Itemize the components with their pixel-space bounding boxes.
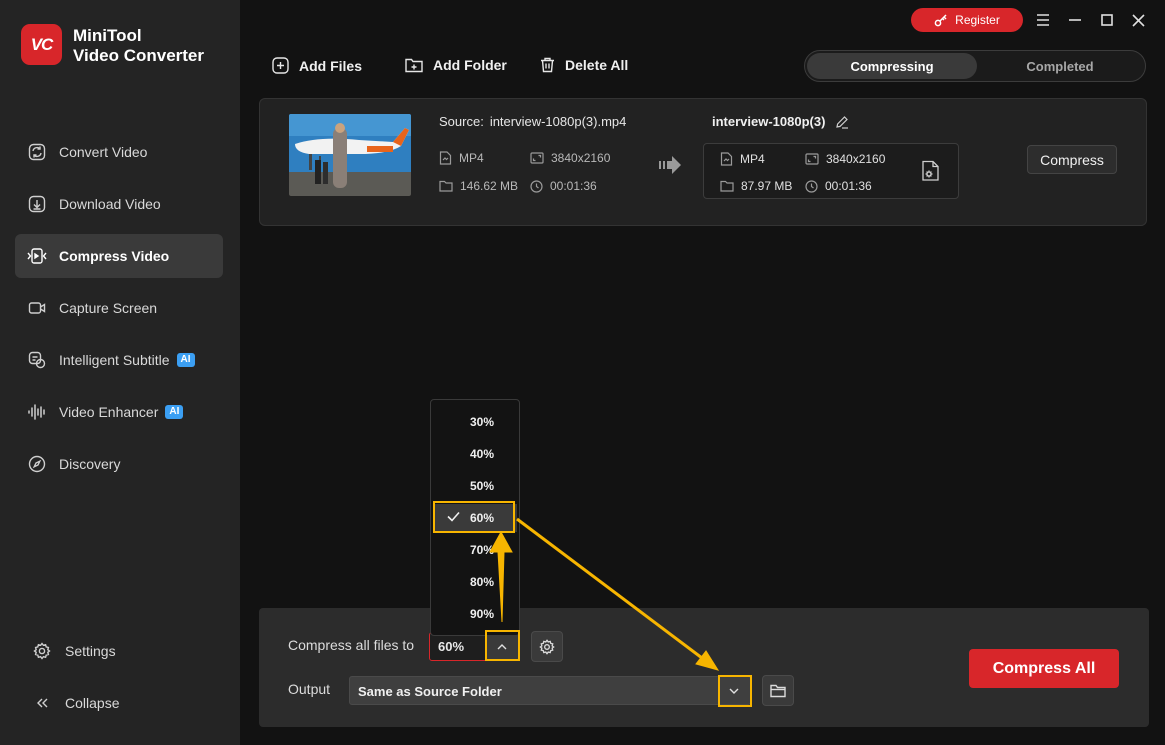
folder-icon [439,180,453,192]
app-logo: VC [21,24,62,65]
file-icon [720,152,733,166]
close-icon [1131,13,1145,27]
folder-icon [720,180,734,192]
source-format: MP4 [439,151,484,165]
delete-all-button[interactable]: Delete All [540,57,628,73]
chevron-up-icon [497,643,507,649]
subtitle-icon [27,350,47,370]
output-folder-value: Same as Source Folder [358,684,502,699]
register-button[interactable]: Register [911,8,1023,32]
compress-ratio-value: 60% [438,639,465,654]
compress-ratio-select[interactable]: 60% [429,632,520,661]
arrow-right-icon [658,155,682,178]
collapse-button[interactable]: Collapse [32,693,119,713]
compress-icon [27,246,47,266]
menu-option[interactable]: 70% [433,536,517,564]
tab-completed[interactable]: Completed [975,53,1145,79]
menu-option[interactable]: 30% [433,408,517,436]
plus-square-icon [272,57,289,74]
menu-option[interactable]: 90% [433,600,517,628]
minimize-icon [1069,19,1081,21]
target-duration: 00:01:36 [805,179,872,193]
sidebar-item-intelligent-subtitle[interactable]: Intelligent Subtitle AI [15,338,223,382]
tab-compressing[interactable]: Compressing [807,53,977,79]
download-icon [27,194,47,214]
menu-option[interactable]: 80% [433,568,517,596]
target-file: interview-1080p(3) [712,114,849,129]
compass-icon [27,454,47,474]
ai-badge: AI [176,353,195,367]
output-folder-toggle[interactable] [718,676,750,705]
ai-badge: AI [165,405,184,419]
sidebar: VC MiniTool Video Converter Convert Vide… [0,0,240,745]
chevron-down-icon [729,688,739,694]
folder-icon [770,684,786,697]
target-info: MP4 3840x2160 87.97 MB 00:01:36 [703,143,959,199]
trash-icon [541,57,554,73]
check-icon [447,511,460,522]
key-icon [934,14,947,27]
compress-all-button[interactable]: Compress All [969,649,1119,688]
menu-button[interactable] [1033,10,1053,30]
file-settings-icon[interactable] [921,160,941,185]
clock-icon [805,179,818,193]
sidebar-item-capture-screen[interactable]: Capture Screen [15,286,223,330]
convert-icon [27,142,47,162]
target-size: 87.97 MB [720,179,792,193]
maximize-icon [1101,14,1113,26]
sidebar-item-video-enhancer[interactable]: Video Enhancer AI [15,390,223,434]
hamburger-icon [1037,14,1049,26]
close-button[interactable] [1128,10,1148,30]
compress-ratio-toggle[interactable] [486,633,518,660]
compress-settings-panel: Compress all files to 60% Output Same as… [259,608,1149,727]
file-icon [439,151,452,165]
menu-option-selected[interactable]: 60% [433,504,517,532]
sidebar-item-discovery[interactable]: Discovery [15,442,223,486]
compress-settings-button[interactable] [531,631,563,662]
source-file: Source: interview-1080p(3).mp4 [439,114,627,129]
sidebar-item-compress-video[interactable]: Compress Video [15,234,223,278]
settings-button[interactable]: Settings [32,641,116,661]
sidebar-item-download-video[interactable]: Download Video [15,182,223,226]
video-thumbnail[interactable] [289,114,411,196]
file-card: Source: interview-1080p(3).mp4 MP4 3840x2… [259,98,1147,226]
status-tabs: Compressing Completed [804,50,1146,82]
add-files-button[interactable]: Add Files [272,57,362,74]
edit-icon[interactable] [835,115,849,129]
waveform-icon [27,402,47,422]
clock-icon [530,179,543,193]
menu-option[interactable]: 50% [433,472,517,500]
compress-ratio-menu: 30% 40% 50% 60% 70% 80% 90% [430,399,520,636]
minimize-button[interactable] [1065,10,1085,30]
camera-icon [27,298,47,318]
menu-option[interactable]: 40% [433,440,517,468]
double-chevron-left-icon [32,693,52,713]
source-size: 146.62 MB [439,179,518,193]
resolution-icon [805,153,819,165]
output-label: Output [288,681,331,697]
sidebar-item-convert-video[interactable]: Convert Video [15,130,223,174]
compress-button[interactable]: Compress [1027,145,1117,174]
folder-plus-icon [405,58,423,73]
gear-icon [539,638,555,655]
app-brand: MiniTool Video Converter [73,26,205,65]
output-folder-select[interactable]: Same as Source Folder [349,676,751,705]
source-duration: 00:01:36 [530,179,597,193]
target-resolution: 3840x2160 [805,152,885,166]
gear-icon [32,641,52,661]
compress-all-label: Compress all files to [288,637,415,653]
add-folder-button[interactable]: Add Folder [405,57,507,73]
resolution-icon [530,152,544,164]
target-format: MP4 [720,152,765,166]
maximize-button[interactable] [1097,10,1117,30]
browse-folder-button[interactable] [762,675,794,706]
source-resolution: 3840x2160 [530,151,610,165]
